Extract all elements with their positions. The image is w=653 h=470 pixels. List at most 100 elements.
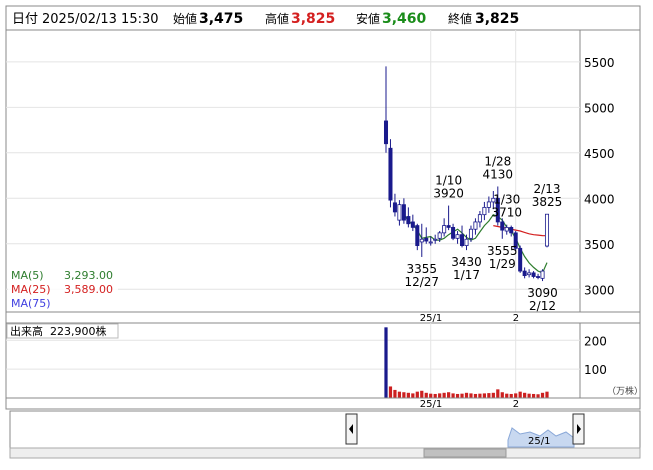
- candle-body: [509, 226, 514, 234]
- close-value: 3,825: [475, 11, 519, 27]
- high-label: 高値: [265, 11, 289, 26]
- volume-tick-label: 100: [584, 363, 607, 377]
- price-annotation: 3825: [532, 195, 563, 209]
- price-annotation: 1/17: [453, 268, 480, 282]
- candle-body: [455, 234, 460, 239]
- candle-body: [544, 213, 550, 247]
- candle-body: [392, 202, 397, 213]
- volume-label: 出来高: [10, 324, 43, 338]
- price-annotation: 4130: [483, 167, 514, 181]
- date-tick-label: 2: [513, 313, 519, 324]
- candle-body: [410, 221, 415, 228]
- scrollbar-track[interactable]: [9, 447, 641, 459]
- ma25-label: MA(25): [11, 283, 51, 296]
- volume-bar: [433, 393, 437, 398]
- navigator-label: 25/1: [528, 436, 550, 447]
- stock-chart-widget: 日付 2025/02/13 15:30 始値 3,475 高値 3,825 安値…: [0, 0, 653, 470]
- volume-bar: [509, 393, 513, 398]
- candle-body: [428, 241, 433, 244]
- candle-body: [518, 247, 523, 272]
- price-tick-label: 3500: [584, 238, 615, 252]
- volume-bar: [438, 393, 442, 398]
- volume-bar: [496, 389, 500, 398]
- candle-body: [504, 226, 509, 232]
- volume-bar: [531, 393, 536, 398]
- volume-date-axis-strip: [5, 397, 641, 410]
- low-value: 3,460: [382, 11, 427, 27]
- candle-body: [464, 238, 469, 246]
- price-annotation: 2/12: [529, 299, 556, 313]
- volume-value: 223,900株: [50, 324, 107, 338]
- volume-bar: [545, 391, 549, 398]
- price-tick-label: 4500: [584, 147, 615, 161]
- candle-body: [419, 238, 424, 243]
- date-label: 日付: [12, 12, 38, 27]
- price-annotation: 3710: [491, 206, 522, 220]
- price-tick-label: 5500: [584, 56, 615, 70]
- candle-body: [522, 270, 527, 277]
- price-tick-label: 5000: [584, 101, 615, 115]
- date-value: 2025/02/13 15:30: [42, 12, 159, 27]
- low-label: 安値: [356, 11, 380, 26]
- price-annotation: 1/10: [435, 174, 462, 188]
- volume-bar: [540, 392, 545, 398]
- ma75-label: MA(75): [11, 297, 51, 310]
- candle-body: [482, 206, 487, 216]
- volume-bar: [393, 389, 397, 398]
- price-annotation: 2/13: [534, 182, 561, 196]
- price-annotation: 1/30: [493, 193, 520, 207]
- candle-body: [424, 237, 429, 242]
- candle-body: [477, 214, 482, 223]
- candle-body: [468, 228, 473, 239]
- price-annotation: 3430: [451, 255, 482, 269]
- volume-bar: [415, 391, 419, 398]
- volume-bar: [451, 393, 455, 398]
- ma5-value: 3,293.00: [64, 269, 113, 282]
- volume-bar: [518, 391, 522, 398]
- candle-body: [536, 276, 541, 278]
- volume-bar: [388, 386, 393, 398]
- candle-body: [415, 225, 420, 246]
- price-tick-label: 4000: [584, 192, 615, 206]
- candle-body: [473, 221, 478, 230]
- volume-unit: （万株）: [607, 385, 643, 397]
- price-annotation: 1/28: [484, 154, 511, 168]
- volume-bar: [491, 392, 495, 398]
- volume-bar: [478, 393, 482, 398]
- candle-body: [388, 147, 393, 201]
- open-label: 始値: [173, 11, 197, 26]
- volume-bar: [429, 393, 433, 398]
- scrollbar-thumb[interactable]: [423, 448, 507, 458]
- candle-body: [397, 204, 402, 221]
- volume-bar: [482, 393, 486, 398]
- price-annotation: 3920: [433, 187, 464, 201]
- price-annotation: 1/29: [489, 257, 516, 271]
- price-annotation: 3555: [487, 244, 518, 258]
- candle-body: [446, 225, 451, 228]
- chart-canvas: 日付 2025/02/13 15:30 始値 3,475 高値 3,825 安値…: [5, 5, 643, 459]
- volume-bar: [514, 393, 518, 398]
- candle-body: [401, 204, 406, 221]
- price-annotation: 12/27: [404, 275, 439, 289]
- candle-body: [540, 270, 545, 279]
- price-annotation: 3090: [527, 286, 558, 300]
- candle-body: [460, 234, 465, 246]
- volume-bar: [442, 392, 446, 398]
- volume-bar: [505, 393, 509, 398]
- volume-tick-label: 200: [584, 334, 607, 348]
- volume-bar: [487, 393, 491, 398]
- candle-body: [527, 272, 532, 276]
- volume-bar: [464, 392, 469, 398]
- candle-body: [451, 226, 456, 239]
- volume-bar: [447, 392, 451, 398]
- volume-bar: [527, 393, 531, 398]
- ma5-label: MA(5): [11, 269, 44, 282]
- open-value: 3,475: [199, 11, 243, 27]
- volume-bar: [406, 392, 410, 398]
- candle-body: [531, 272, 536, 277]
- volume-bar: [455, 393, 460, 398]
- volume-bar: [536, 394, 540, 398]
- volume-bar: [397, 391, 402, 398]
- close-label: 終値: [448, 11, 472, 26]
- date-tick-label: 25/1: [420, 399, 442, 410]
